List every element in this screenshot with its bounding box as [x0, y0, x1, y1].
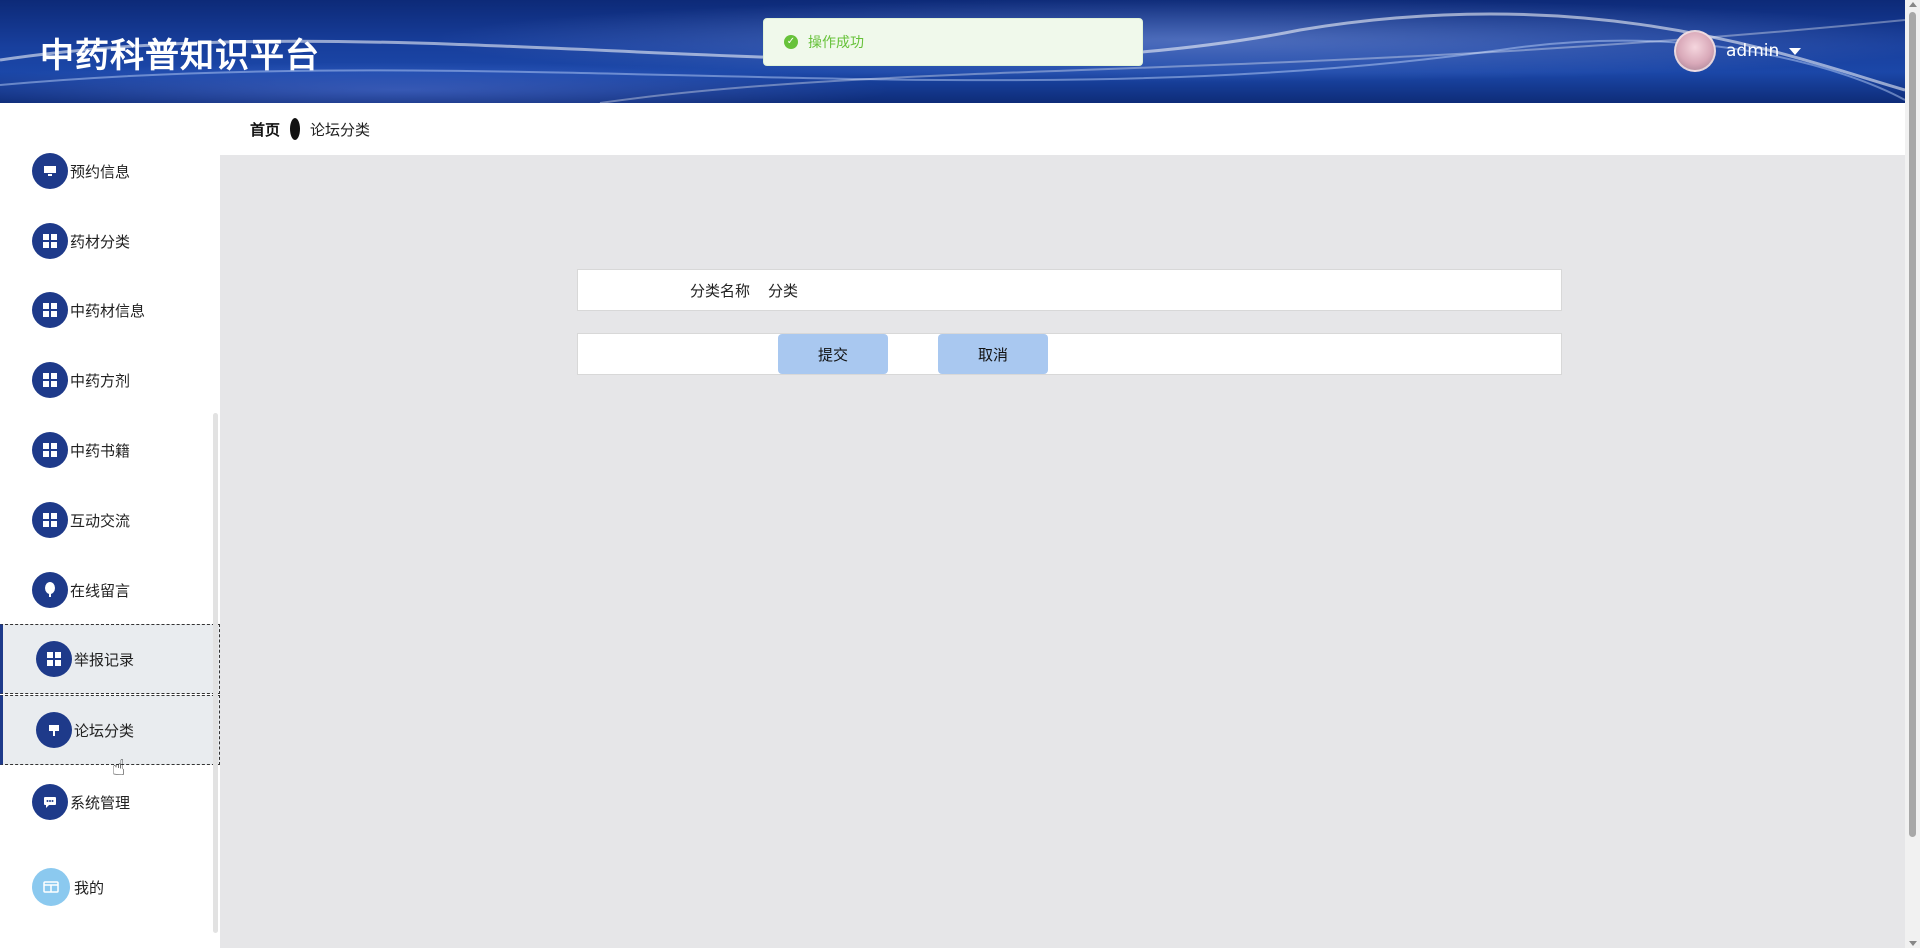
sidebar-item-books[interactable]: 中药书籍	[0, 415, 220, 485]
balloon-icon	[32, 572, 68, 608]
username[interactable]: admin	[1726, 41, 1779, 61]
scroll-up-icon[interactable]	[1909, 2, 1917, 7]
sidebar-item-reports[interactable]: 举报记录	[0, 624, 220, 694]
sidebar-item-label: 中药材信息	[70, 301, 146, 320]
sidebar-item-label: 举报记录	[74, 650, 135, 669]
category-name-input[interactable]	[768, 270, 1558, 310]
scrollbar-thumb[interactable]	[1909, 12, 1916, 837]
caret-down-icon[interactable]	[1789, 47, 1802, 55]
hand-cursor-icon: ☝	[112, 756, 126, 781]
sidebar-item-messages[interactable]: 在线留言	[0, 555, 220, 625]
grid-icon	[36, 641, 72, 677]
breadcrumb-current: 论坛分类	[310, 120, 371, 139]
sidebar-item-label: 在线留言	[70, 581, 131, 600]
sidebar-item-system[interactable]: 系统管理	[0, 767, 220, 837]
check-circle-icon: ✓	[784, 35, 798, 49]
breadcrumb: 首页 论坛分类	[220, 103, 1905, 155]
grid-icon	[32, 223, 68, 259]
sidebar-item-appointment[interactable]: 预约信息	[0, 136, 220, 206]
avatar[interactable]	[1674, 30, 1716, 72]
sidebar-item-label: 中药方剂	[70, 371, 131, 390]
sidebar-item-prescription[interactable]: 中药方剂	[0, 345, 220, 415]
scroll-down-icon[interactable]	[1909, 941, 1917, 946]
sidebar-item-label: 我的	[74, 878, 105, 897]
category-name-row: 分类名称	[577, 269, 1562, 311]
category-name-label: 分类名称	[689, 282, 750, 300]
page-scrollbar[interactable]	[1905, 0, 1920, 948]
success-toast: ✓ 操作成功	[763, 18, 1143, 66]
grid-icon	[32, 502, 68, 538]
breadcrumb-home[interactable]: 首页	[250, 119, 280, 140]
grid-icon	[32, 362, 68, 398]
sidebar-item-label: 论坛分类	[74, 721, 135, 740]
form-actions: 提交 取消	[577, 333, 1562, 375]
sidebar-item-herb-info[interactable]: 中药材信息	[0, 275, 220, 345]
sidebar-item-label: 系统管理	[70, 793, 131, 812]
app-title: 中药科普知识平台	[40, 36, 320, 76]
sign-icon	[36, 712, 72, 748]
card-icon	[32, 868, 70, 906]
submit-button[interactable]: 提交	[778, 334, 888, 374]
sidebar-item-label: 预约信息	[70, 162, 131, 181]
user-menu[interactable]: admin	[1674, 30, 1802, 72]
breadcrumb-separator	[290, 118, 301, 140]
sidebar-item-label: 互动交流	[70, 511, 131, 530]
monitor-icon	[32, 153, 68, 189]
sidebar: 预约信息 药材分类 中药材信息 中药方剂 中药书籍 互动交流 在线留言 举报记录…	[0, 103, 220, 948]
sidebar-item-interaction[interactable]: 互动交流	[0, 485, 220, 555]
sidebar-item-mine[interactable]: 我的	[0, 852, 220, 922]
sidebar-scrollbar[interactable]	[213, 413, 218, 933]
cancel-button[interactable]: 取消	[938, 334, 1048, 374]
grid-icon	[32, 292, 68, 328]
grid-icon	[32, 432, 68, 468]
sidebar-item-label: 药材分类	[70, 232, 131, 251]
sidebar-item-label: 中药书籍	[70, 441, 131, 460]
chat-icon	[32, 784, 68, 820]
sidebar-item-forum-category[interactable]: 论坛分类	[0, 695, 220, 765]
toast-message: 操作成功	[808, 35, 864, 51]
sidebar-item-herb-category[interactable]: 药材分类	[0, 206, 220, 276]
